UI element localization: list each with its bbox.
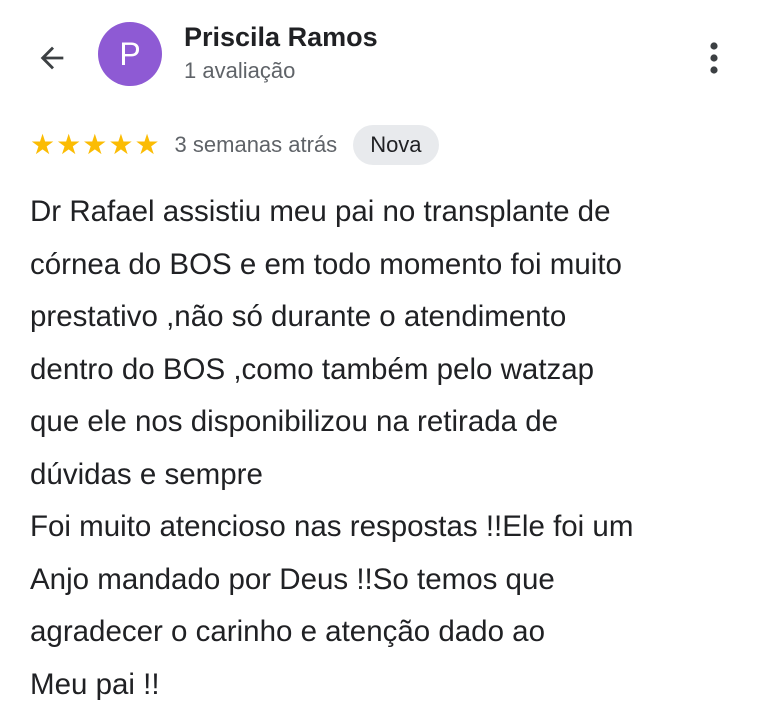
more-vert-icon [708, 40, 720, 76]
review-text-line: córnea do BOS e em todo momento foi muit… [30, 239, 755, 292]
review-header: P Priscila Ramos 1 avaliação [0, 0, 768, 110]
review-count: 1 avaliação [184, 58, 295, 84]
review-time: 3 semanas atrás [175, 132, 338, 158]
star-icon: ★ [108, 131, 133, 159]
review-text-line: agradecer o carinho e atenção dado ao [30, 606, 755, 659]
review-text-line: Foi muito atencioso nas respostas !!Ele … [30, 501, 755, 554]
avatar[interactable]: P [98, 22, 162, 86]
review-text-line: que ele nos disponibilizou na retirada d… [30, 396, 755, 449]
star-icon: ★ [82, 131, 107, 159]
review-text: Dr Rafael assistiu meu pai no transplant… [30, 186, 755, 711]
more-options-button[interactable] [694, 36, 734, 80]
star-icon: ★ [56, 131, 81, 159]
review-text-line: Anjo mandado por Deus !!So temos que [30, 554, 755, 607]
new-badge: Nova [353, 125, 438, 165]
review-meta: ★★★★★ 3 semanas atrás Nova [30, 124, 439, 166]
review-text-line: prestativo ,não só durante o atendimento [30, 291, 755, 344]
star-icon: ★ [134, 131, 159, 159]
review-text-line: dúvidas e sempre [30, 449, 755, 502]
back-button[interactable] [30, 36, 74, 80]
reviewer-name[interactable]: Priscila Ramos [184, 22, 378, 53]
star-icon: ★ [30, 131, 55, 159]
arrow-left-icon [35, 41, 69, 75]
review-text-line: Meu pai !! [30, 659, 755, 711]
review-text-line: dentro do BOS ,como também pelo watzap [30, 344, 755, 397]
star-rating: ★★★★★ [30, 131, 161, 159]
review-text-line: Dr Rafael assistiu meu pai no transplant… [30, 186, 755, 239]
